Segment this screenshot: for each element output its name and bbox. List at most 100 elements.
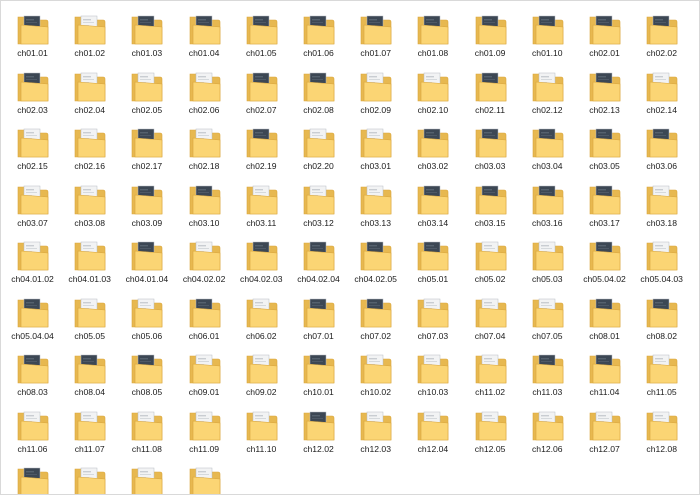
folder-item[interactable]: ch06.02 xyxy=(233,288,290,344)
folder-item[interactable]: ch08.03 xyxy=(4,344,61,400)
folder-item[interactable] xyxy=(118,457,175,494)
folder-item[interactable]: ch07.05 xyxy=(519,288,576,344)
folder-item[interactable]: ch01.02 xyxy=(61,5,118,61)
folder-item[interactable]: ch10.02 xyxy=(347,344,404,400)
folder-item[interactable]: ch05.04.03 xyxy=(633,231,690,287)
folder-item[interactable]: ch03.10 xyxy=(176,175,233,231)
folder-item[interactable]: ch02.08 xyxy=(290,62,347,118)
folder-item[interactable]: ch03.12 xyxy=(290,175,347,231)
folder-item[interactable] xyxy=(61,457,118,494)
folder-item[interactable]: ch02.10 xyxy=(404,62,461,118)
folder-item[interactable]: ch12.04 xyxy=(404,401,461,457)
folder-item[interactable]: ch08.02 xyxy=(633,288,690,344)
folder-item[interactable]: ch03.06 xyxy=(633,118,690,174)
folder-item[interactable]: ch02.19 xyxy=(233,118,290,174)
folder-item[interactable]: ch07.01 xyxy=(290,288,347,344)
folder-item[interactable]: ch05.04.02 xyxy=(576,231,633,287)
folder-item[interactable]: ch03.02 xyxy=(404,118,461,174)
folder-item[interactable]: ch01.05 xyxy=(233,5,290,61)
folder-item[interactable]: ch08.01 xyxy=(576,288,633,344)
folder-item[interactable]: ch11.07 xyxy=(61,401,118,457)
folder-item[interactable]: ch12.02 xyxy=(290,401,347,457)
folder-item[interactable]: ch02.14 xyxy=(633,62,690,118)
folder-item[interactable]: ch10.03 xyxy=(404,344,461,400)
folder-item[interactable]: ch09.01 xyxy=(176,344,233,400)
folder-item[interactable]: ch01.03 xyxy=(118,5,175,61)
folder-item[interactable]: ch05.03 xyxy=(519,231,576,287)
folder-item[interactable]: ch03.17 xyxy=(576,175,633,231)
folder-item[interactable]: ch02.06 xyxy=(176,62,233,118)
folder-item[interactable]: ch05.05 xyxy=(61,288,118,344)
folder-item[interactable]: ch04.02.04 xyxy=(290,231,347,287)
folder-item[interactable]: ch02.02 xyxy=(633,5,690,61)
folder-item[interactable]: ch02.11 xyxy=(462,62,519,118)
folder-item[interactable]: ch02.15 xyxy=(4,118,61,174)
folder-item[interactable]: ch03.15 xyxy=(462,175,519,231)
folder-item[interactable]: ch04.01.03 xyxy=(61,231,118,287)
folder-item[interactable]: ch11.08 xyxy=(118,401,175,457)
folder-item[interactable]: ch08.04 xyxy=(61,344,118,400)
folder-item[interactable]: ch02.05 xyxy=(118,62,175,118)
folder-item[interactable]: ch03.09 xyxy=(118,175,175,231)
folder-item[interactable]: ch02.13 xyxy=(576,62,633,118)
folder-item[interactable]: ch03.18 xyxy=(633,175,690,231)
folder-item[interactable] xyxy=(4,457,61,494)
folder-item[interactable]: ch12.05 xyxy=(462,401,519,457)
folder-item[interactable]: ch02.04 xyxy=(61,62,118,118)
folder-item[interactable]: ch11.06 xyxy=(4,401,61,457)
folder-item[interactable]: ch11.10 xyxy=(233,401,290,457)
folder-item[interactable]: ch12.08 xyxy=(633,401,690,457)
folder-item[interactable]: ch04.02.03 xyxy=(233,231,290,287)
folder-item[interactable]: ch03.14 xyxy=(404,175,461,231)
folder-item[interactable]: ch01.09 xyxy=(462,5,519,61)
folder-item[interactable]: ch02.09 xyxy=(347,62,404,118)
folder-item[interactable]: ch09.02 xyxy=(233,344,290,400)
folder-item[interactable]: ch03.01 xyxy=(347,118,404,174)
folder-item[interactable]: ch07.03 xyxy=(404,288,461,344)
folder-item[interactable]: ch02.03 xyxy=(4,62,61,118)
folder-item[interactable]: ch08.05 xyxy=(118,344,175,400)
folder-item[interactable]: ch04.01.04 xyxy=(118,231,175,287)
folder-item[interactable]: ch03.04 xyxy=(519,118,576,174)
folder-item[interactable]: ch12.06 xyxy=(519,401,576,457)
folder-item[interactable]: ch01.06 xyxy=(290,5,347,61)
folder-item[interactable]: ch02.16 xyxy=(61,118,118,174)
folder-item[interactable]: ch02.20 xyxy=(290,118,347,174)
folder-item[interactable]: ch05.06 xyxy=(118,288,175,344)
folder-item[interactable]: ch07.04 xyxy=(462,288,519,344)
folder-item[interactable]: ch05.04.04 xyxy=(4,288,61,344)
folder-item[interactable]: ch03.08 xyxy=(61,175,118,231)
folder-item[interactable]: ch11.04 xyxy=(576,344,633,400)
folder-item[interactable]: ch11.09 xyxy=(176,401,233,457)
folder-item[interactable]: ch01.04 xyxy=(176,5,233,61)
folder-item[interactable] xyxy=(176,457,233,494)
folder-item[interactable]: ch03.07 xyxy=(4,175,61,231)
folder-item[interactable]: ch11.05 xyxy=(633,344,690,400)
folder-item[interactable]: ch06.01 xyxy=(176,288,233,344)
folder-item[interactable]: ch05.02 xyxy=(462,231,519,287)
folder-item[interactable]: ch03.05 xyxy=(576,118,633,174)
folder-item[interactable]: ch07.02 xyxy=(347,288,404,344)
folder-item[interactable]: ch03.13 xyxy=(347,175,404,231)
folder-item[interactable]: ch02.18 xyxy=(176,118,233,174)
folder-item[interactable]: ch03.11 xyxy=(233,175,290,231)
folder-item[interactable]: ch01.10 xyxy=(519,5,576,61)
folder-item[interactable]: ch04.02.02 xyxy=(176,231,233,287)
folder-item[interactable]: ch02.12 xyxy=(519,62,576,118)
folder-item[interactable]: ch10.01 xyxy=(290,344,347,400)
folder-item[interactable]: ch03.03 xyxy=(462,118,519,174)
folder-item[interactable]: ch05.01 xyxy=(404,231,461,287)
folder-item[interactable]: ch12.07 xyxy=(576,401,633,457)
folder-item[interactable]: ch02.17 xyxy=(118,118,175,174)
folder-item[interactable]: ch04.01.02 xyxy=(4,231,61,287)
folder-item[interactable]: ch11.02 xyxy=(462,344,519,400)
folder-item[interactable]: ch12.03 xyxy=(347,401,404,457)
folder-item[interactable]: ch03.16 xyxy=(519,175,576,231)
folder-item[interactable]: ch04.02.05 xyxy=(347,231,404,287)
folder-item[interactable]: ch01.08 xyxy=(404,5,461,61)
folder-item[interactable]: ch02.01 xyxy=(576,5,633,61)
folder-item[interactable]: ch11.03 xyxy=(519,344,576,400)
folder-item[interactable]: ch01.01 xyxy=(4,5,61,61)
folder-item[interactable]: ch02.07 xyxy=(233,62,290,118)
folder-item[interactable]: ch01.07 xyxy=(347,5,404,61)
